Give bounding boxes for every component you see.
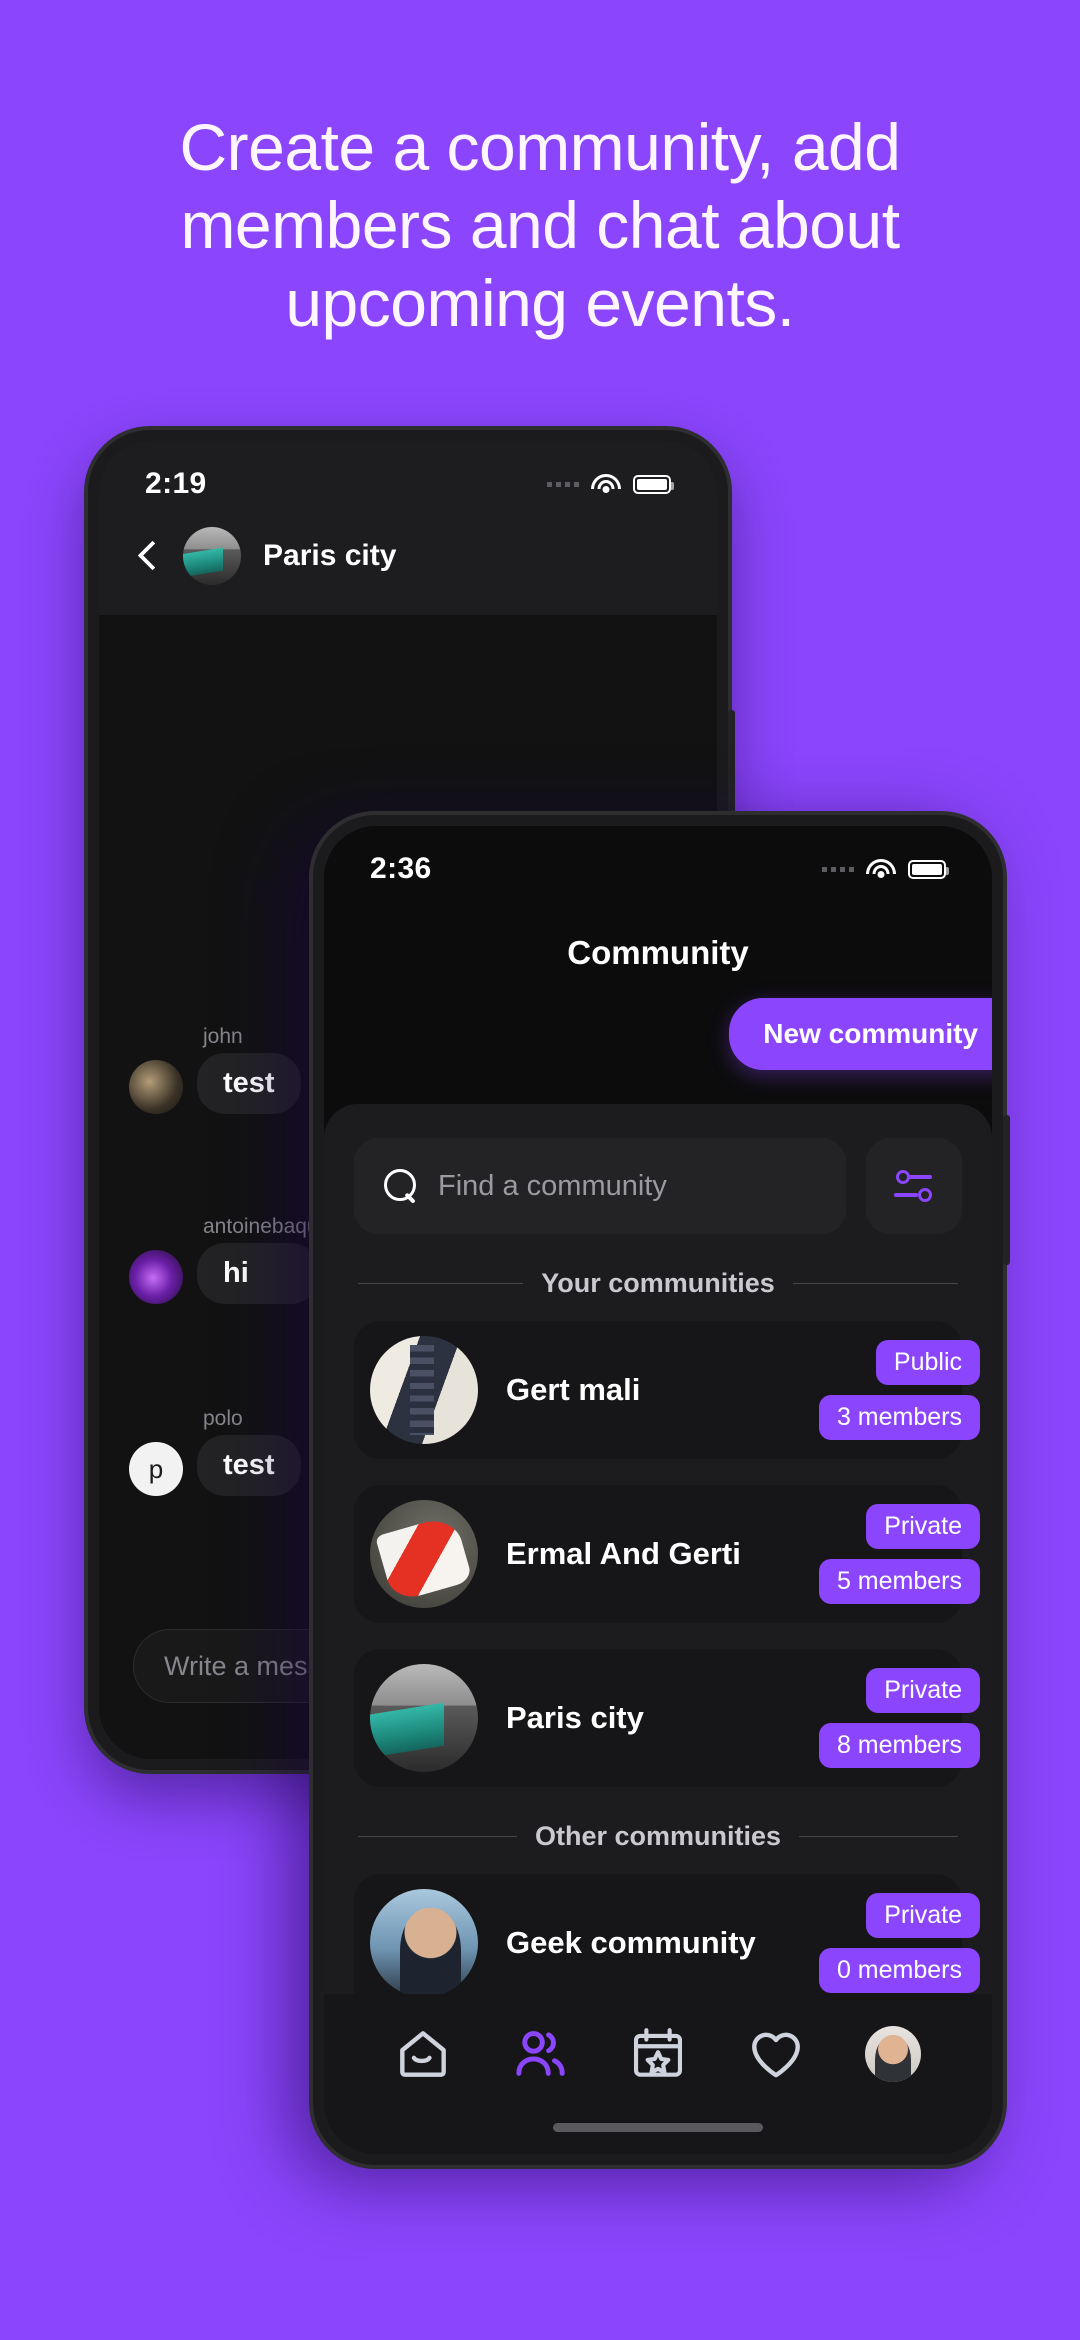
battery-icon: [633, 474, 674, 494]
roses-avatar: [370, 1500, 478, 1608]
geek-avatar: [370, 1889, 478, 1994]
search-input[interactable]: Find a community: [354, 1138, 846, 1234]
community-name: Geek community: [506, 1925, 756, 1960]
phone-mockup-community: 2:36 Community New community Find a comm…: [313, 815, 1010, 2165]
divider: [792, 1282, 959, 1285]
community-panel: Find a community Your communities Gert m…: [324, 1104, 992, 1994]
phone-side-button: [728, 710, 735, 830]
community-name: Gert mali: [506, 1372, 641, 1407]
message-sender: john: [203, 1025, 243, 1048]
wifi-icon: [591, 473, 621, 495]
community-list-item[interactable]: Geek community Private 0 members: [354, 1874, 980, 1994]
front-status-time: 2:36: [370, 852, 432, 885]
calendar-star-icon: [633, 2028, 683, 2077]
people-icon: [516, 2031, 566, 2076]
members-badge: 0 members: [818, 1948, 980, 1993]
members-badge: 3 members: [818, 1395, 980, 1440]
filter-button[interactable]: [866, 1138, 962, 1234]
message-bubble: test: [197, 1435, 301, 1496]
new-community-button[interactable]: New community: [729, 998, 992, 1070]
community-name: Ermal And Gerti: [506, 1536, 741, 1571]
chat-title: Paris city: [263, 539, 397, 572]
section-label: Other communities: [534, 1821, 782, 1851]
community-list-item[interactable]: Gert mali Public 3 members: [354, 1321, 980, 1459]
nav-events-button[interactable]: [627, 2023, 689, 2085]
profile-avatar-icon: [865, 2026, 922, 2082]
antoine-avatar[interactable]: [129, 1250, 183, 1304]
filter-sliders-icon: [894, 1170, 934, 1202]
section-label: Your communities: [541, 1268, 775, 1298]
back-status-time: 2:19: [145, 467, 207, 500]
home-icon: [399, 2031, 446, 2077]
section-header-your-communities: Your communities: [358, 1268, 959, 1299]
front-status-bar: 2:36: [324, 826, 992, 886]
visibility-badge: Private: [866, 1504, 980, 1549]
chat-message: john test: [129, 1025, 301, 1114]
divider: [799, 1835, 959, 1838]
community-list-item[interactable]: Paris city Private 8 members: [354, 1649, 980, 1787]
members-badge: 5 members: [818, 1559, 980, 1604]
chat-message: antoinebaqu hi: [129, 1215, 319, 1304]
nav-community-button[interactable]: [509, 2023, 571, 2085]
visibility-badge: Public: [875, 1340, 980, 1385]
message-sender: polo: [203, 1407, 243, 1430]
home-indicator: [553, 2123, 763, 2132]
divider: [358, 1835, 517, 1838]
community-list-item[interactable]: Ermal And Gerti Private 5 members: [354, 1485, 980, 1623]
search-placeholder: Find a community: [438, 1169, 667, 1202]
wifi-icon: [866, 858, 896, 880]
members-badge: 8 members: [818, 1723, 980, 1768]
chat-community-avatar[interactable]: [183, 527, 241, 585]
back-arrow-icon[interactable]: [133, 542, 161, 570]
visibility-badge: Private: [866, 1893, 980, 1938]
polo-avatar[interactable]: p: [129, 1442, 183, 1496]
divider: [358, 1282, 524, 1285]
back-status-bar: 2:19: [99, 441, 717, 501]
john-avatar[interactable]: [129, 1060, 183, 1114]
message-bubble: test: [197, 1053, 301, 1114]
message-sender: antoinebaqu: [203, 1215, 319, 1238]
message-bubble: hi: [197, 1243, 319, 1304]
community-name: Paris city: [506, 1700, 644, 1735]
signal-dots-icon: [822, 866, 854, 872]
visibility-badge: Private: [866, 1668, 980, 1713]
chat-header: Paris city: [99, 501, 717, 615]
search-icon: [384, 1169, 418, 1203]
chat-message: p polo test: [129, 1407, 301, 1496]
page-headline: Create a community, add members and chat…: [179, 110, 901, 340]
remote-avatar: [370, 1336, 478, 1444]
polo-avatar-initial: p: [148, 1453, 164, 1484]
battery-icon: [908, 859, 949, 879]
nav-favorites-button[interactable]: [745, 2023, 807, 2085]
signal-dots-icon: [547, 481, 579, 487]
nav-profile-button[interactable]: [862, 2023, 924, 2085]
page-title: Community: [567, 934, 749, 971]
nav-home-button[interactable]: [392, 2023, 454, 2085]
section-header-other-communities: Other communities: [358, 1821, 959, 1852]
phone-side-button: [1003, 1115, 1010, 1265]
metro-avatar: [370, 1664, 478, 1772]
heart-icon: [751, 2032, 800, 2078]
